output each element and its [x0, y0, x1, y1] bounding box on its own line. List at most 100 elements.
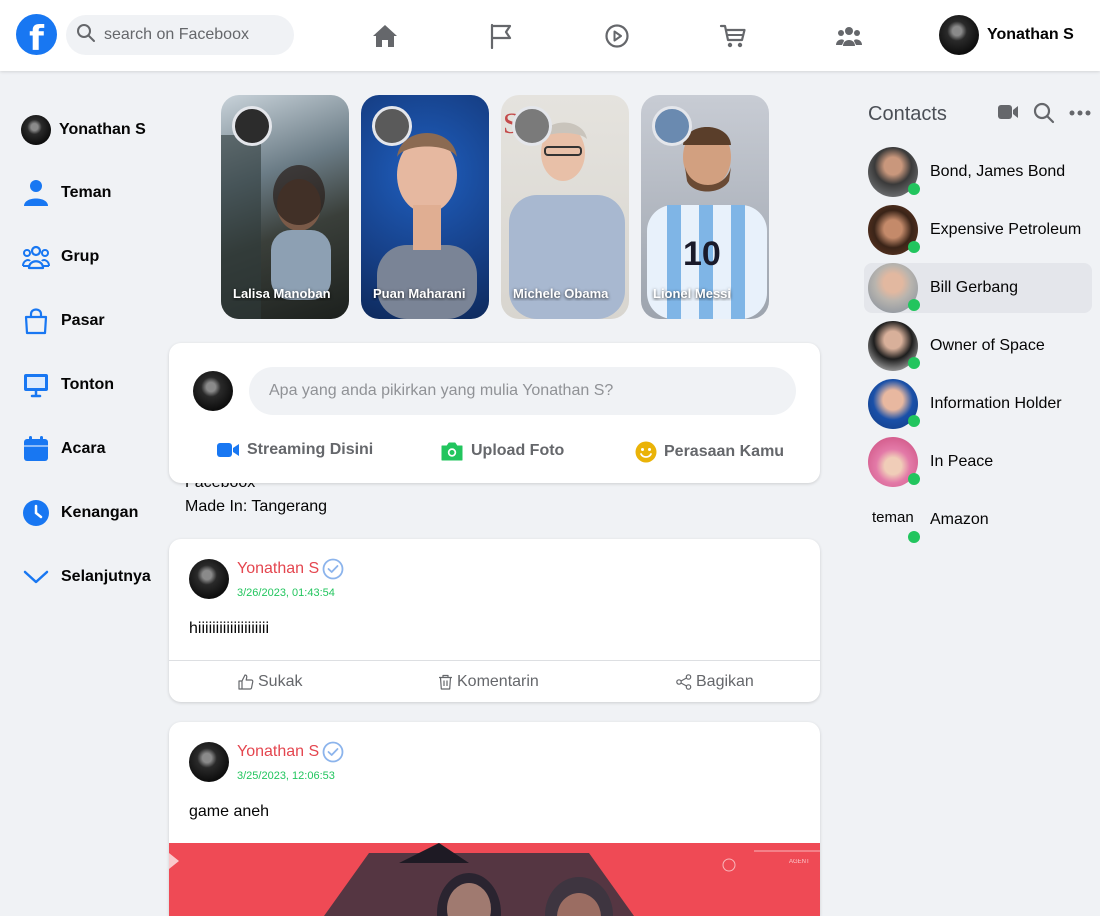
contact-name: Expensive Petroleum: [930, 221, 1082, 238]
facebook-logo[interactable]: f: [16, 14, 57, 55]
smile-icon: [635, 441, 657, 463]
play-icon[interactable]: [601, 20, 633, 52]
group-icon[interactable]: [833, 20, 865, 52]
feeling-label: Perasaan Kamu: [664, 443, 785, 460]
share-button[interactable]: Bagikan: [676, 673, 754, 691]
story-card[interactable]: S Michele Obama: [501, 95, 629, 319]
feed-post: Yonathan S 3/25/2023, 12:06:53 game aneh…: [169, 722, 820, 916]
avatar: [868, 263, 920, 313]
sidebar-item-selanjutnya[interactable]: Selanjutnya: [21, 561, 151, 593]
verified-icon: [322, 741, 344, 763]
contact-item[interactable]: Bill Gerbang: [864, 263, 1092, 313]
contact-item[interactable]: Expensive Petroleum: [864, 205, 1092, 255]
avatar: [21, 115, 51, 145]
video-icon: [216, 441, 240, 459]
composer-input[interactable]: [249, 367, 796, 415]
sidebar-item-profile[interactable]: Yonathan S: [21, 114, 146, 146]
contact-item[interactable]: Information Holder: [864, 379, 1092, 429]
post-author[interactable]: Yonathan S: [237, 741, 344, 763]
user-icon: [21, 178, 51, 208]
upload-photo-button[interactable]: Upload Foto: [440, 441, 564, 461]
svg-text:AGENT: AGENT: [789, 859, 810, 865]
contact-name: Information Holder: [930, 395, 1062, 412]
story-card[interactable]: Lalisa Manoban: [221, 95, 349, 319]
sidebar-item-label: Grup: [61, 248, 100, 265]
story-name: Michele Obama: [513, 286, 609, 301]
contact-name: Amazon: [930, 511, 989, 528]
sidebar-item-label: Pasar: [61, 312, 105, 329]
online-status-icon: [908, 299, 920, 311]
streaming-button[interactable]: Streaming Disini: [216, 441, 373, 459]
post-author-name: Yonathan S: [237, 560, 320, 577]
contact-item[interactable]: teman Amazon: [864, 495, 1092, 545]
profile-name: Yonathan S: [987, 26, 1074, 43]
story-name: Lalisa Manoban: [233, 286, 331, 301]
post-composer: Streaming Disini Upload Foto Perasaan Ka…: [169, 343, 820, 483]
story-card[interactable]: 10 Lionel Messi: [641, 95, 769, 319]
sidebar-item-kenangan[interactable]: Kenangan: [21, 497, 138, 529]
avatar: [868, 437, 920, 487]
sidebar-item-pasar[interactable]: Pasar: [21, 305, 105, 337]
search-box[interactable]: [66, 15, 294, 55]
like-label: Sukak: [258, 673, 303, 690]
avatar: [868, 321, 920, 371]
streaming-label: Streaming Disini: [247, 441, 374, 458]
story-name: Puan Maharani: [373, 286, 466, 301]
sidebar-item-label: Tonton: [61, 376, 115, 393]
avatar: teman: [868, 495, 920, 545]
search-icon[interactable]: [1033, 102, 1055, 124]
top-navbar: f Yonathan S: [0, 0, 1100, 71]
like-button[interactable]: Sukak: [238, 673, 302, 691]
upload-photo-label: Upload Foto: [471, 442, 565, 459]
online-status-icon: [908, 241, 920, 253]
sidebar-item-label: Acara: [61, 440, 106, 457]
contact-item[interactable]: Owner of Space: [864, 321, 1092, 371]
contact-name: Bill Gerbang: [930, 279, 1019, 296]
search-input[interactable]: [104, 26, 284, 44]
thumbs-up-icon: [238, 674, 254, 690]
sidebar-item-label: Teman: [61, 184, 112, 201]
avatar: [189, 742, 229, 782]
share-icon: [676, 674, 692, 690]
svg-text:10: 10: [683, 235, 721, 273]
feeling-button[interactable]: Perasaan Kamu: [635, 441, 784, 463]
clock-icon: [21, 498, 51, 528]
profile-menu[interactable]: Yonathan S: [939, 15, 1074, 55]
sidebar-item-grup[interactable]: Grup: [21, 241, 99, 273]
verified-icon: [322, 558, 344, 580]
post-image[interactable]: AGENT: [169, 843, 820, 916]
comment-button[interactable]: Komentarin: [438, 673, 539, 691]
contact-name: Owner of Space: [930, 337, 1045, 354]
online-status-icon: [908, 415, 920, 427]
contact-item[interactable]: Bond, James Bond: [864, 147, 1092, 197]
story-card[interactable]: Puan Maharani: [361, 95, 489, 319]
post-actions: Sukak Komentarin Bagikan: [169, 660, 820, 702]
story-avatar: [512, 106, 552, 146]
monitor-icon: [21, 370, 51, 400]
comment-label: Komentarin: [457, 673, 539, 690]
story-avatar: [652, 106, 692, 146]
shopping-bag-icon: [21, 306, 51, 336]
camera-icon: [440, 441, 464, 461]
post-timestamp: 3/25/2023, 12:06:53: [237, 770, 335, 782]
sidebar-item-teman[interactable]: Teman: [21, 177, 111, 209]
sidebar-item-tonton[interactable]: Tonton: [21, 369, 114, 401]
avatar: [193, 371, 233, 411]
search-icon: [76, 23, 96, 48]
flag-icon[interactable]: [485, 20, 517, 52]
sidebar-item-label: Kenangan: [61, 504, 139, 521]
home-icon[interactable]: [369, 20, 401, 52]
calendar-icon: [21, 434, 51, 464]
story-avatar: [232, 106, 272, 146]
online-status-icon: [908, 531, 920, 543]
sidebar-item-label: Selanjutnya: [61, 568, 151, 585]
more-options-icon[interactable]: [1069, 110, 1091, 116]
cart-icon[interactable]: [717, 20, 749, 52]
share-label: Bagikan: [696, 673, 754, 690]
post-author[interactable]: Yonathan S: [237, 558, 344, 580]
contact-item[interactable]: In Peace: [864, 437, 1092, 487]
sidebar-item-acara[interactable]: Acara: [21, 433, 105, 465]
contact-name: In Peace: [930, 453, 994, 470]
avatar: [868, 205, 920, 255]
video-call-icon[interactable]: [997, 104, 1019, 120]
